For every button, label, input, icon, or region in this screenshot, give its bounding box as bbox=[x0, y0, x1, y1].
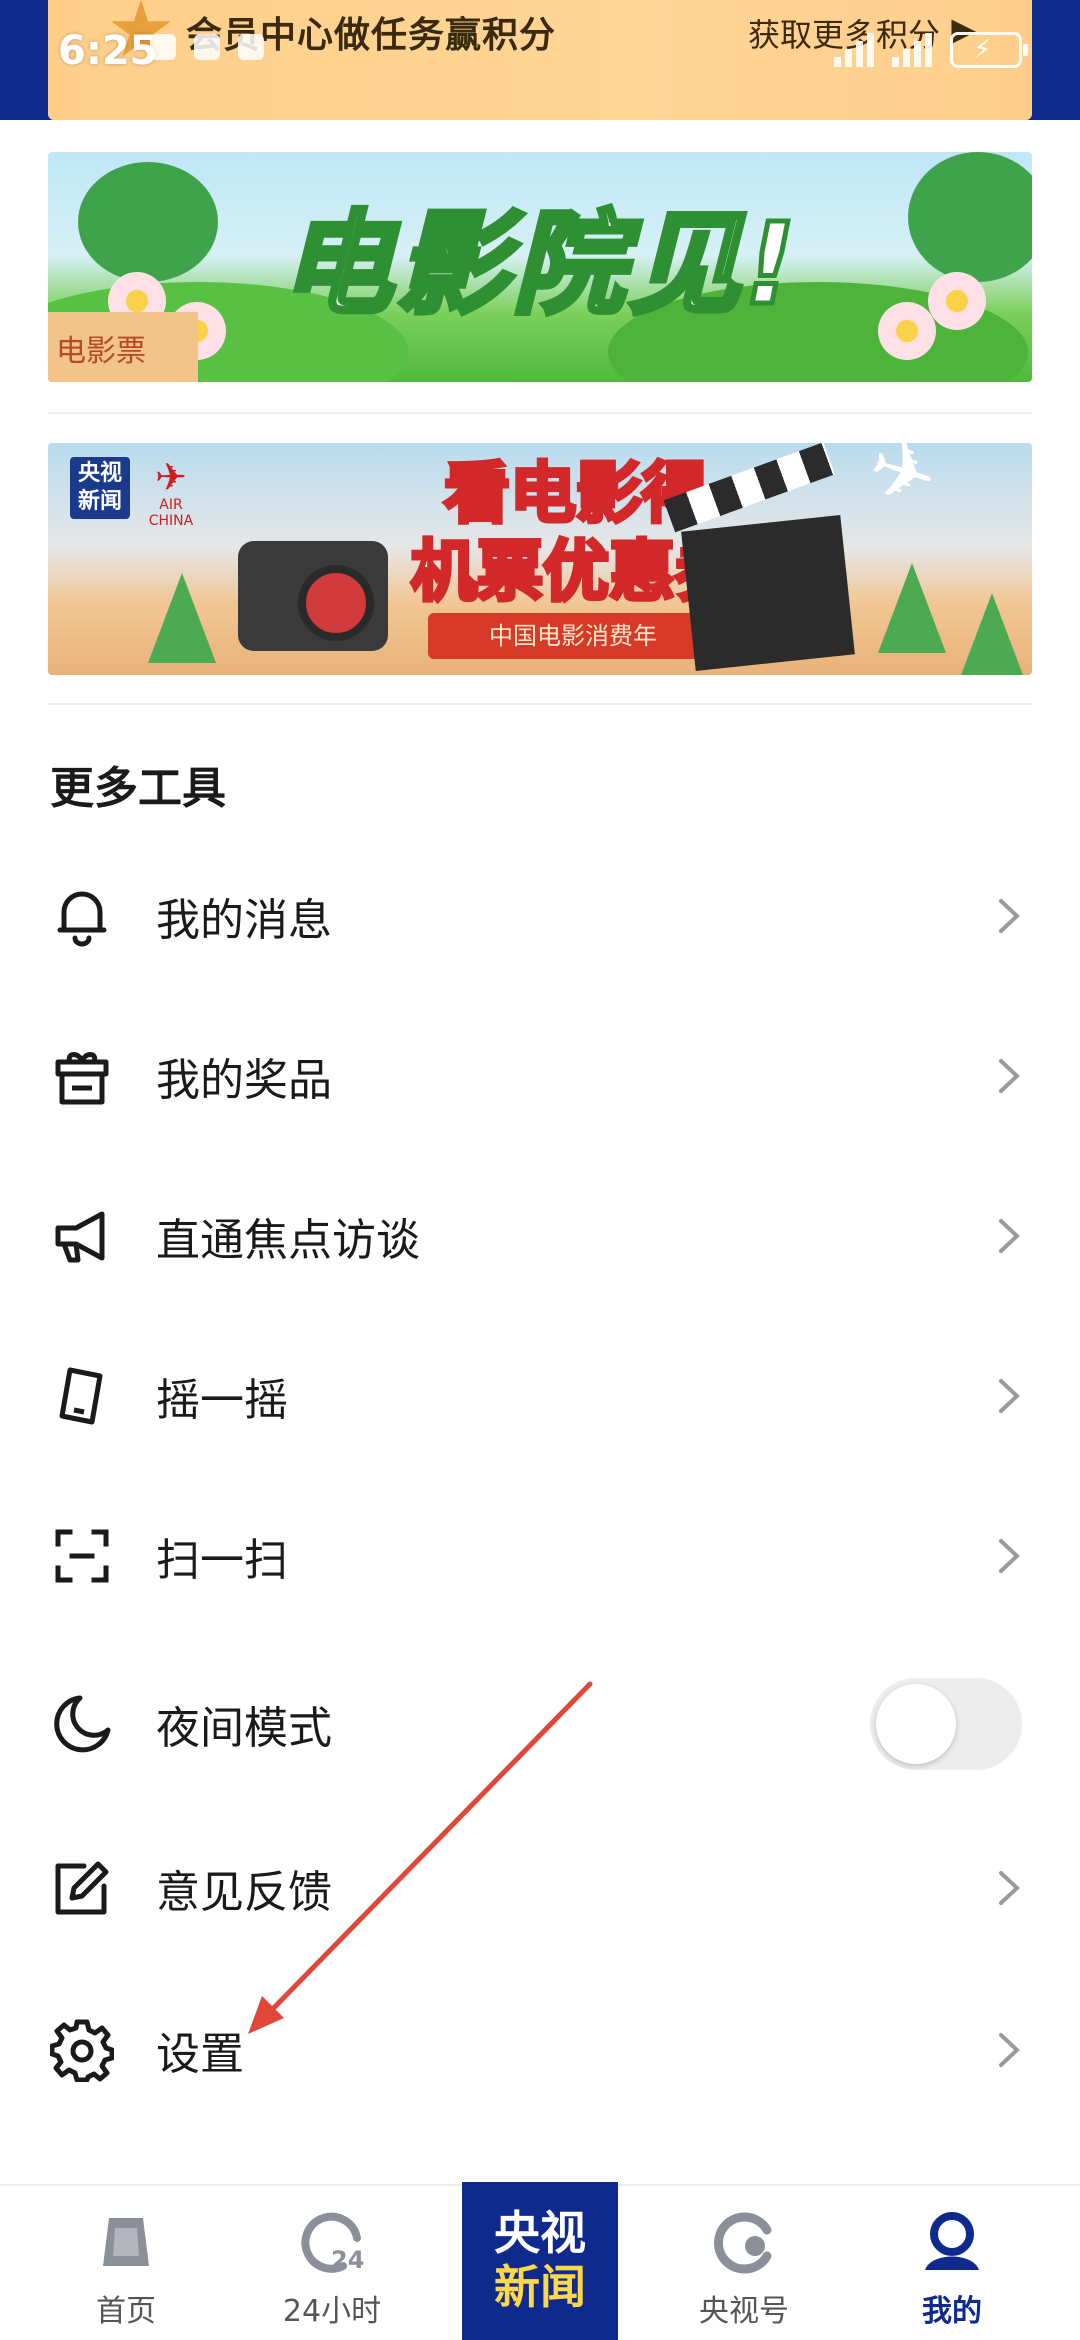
menu-item-label: 扫一扫 bbox=[156, 1535, 288, 1586]
chevron-right-icon bbox=[996, 1056, 1022, 1096]
menu-item-messages[interactable]: 我的消息 bbox=[0, 836, 1080, 996]
gear-icon bbox=[49, 2018, 115, 2083]
svg-text:24: 24 bbox=[331, 2246, 364, 2274]
menu-item-label: 我的奖品 bbox=[156, 1055, 332, 1106]
gift-icon bbox=[50, 1044, 114, 1108]
chevron-right-icon bbox=[996, 1868, 1022, 1908]
menu-item-settings[interactable]: 设置 bbox=[0, 1970, 1080, 2130]
clapperboard-decoration bbox=[681, 515, 855, 671]
status-notification-icons bbox=[150, 34, 264, 60]
menu-item-night-mode: 夜间模式 bbox=[0, 1644, 1080, 1804]
section-title: 更多工具 bbox=[50, 763, 226, 814]
moon-icon bbox=[50, 1692, 114, 1756]
menu-item-prizes[interactable]: 我的奖品 bbox=[0, 996, 1080, 1156]
chevron-right-icon bbox=[996, 1216, 1022, 1256]
divider bbox=[48, 412, 1032, 414]
air-china-logo: ✈ AIR CHINA bbox=[148, 455, 194, 529]
menu-item-shake[interactable]: 摇一摇 bbox=[0, 1316, 1080, 1476]
menu-item-focus-interview[interactable]: 直通焦点访谈 bbox=[0, 1156, 1080, 1316]
tab-cctv-news[interactable]: 央视 新闻 bbox=[462, 2182, 618, 2340]
shake-phone-icon bbox=[50, 1364, 114, 1428]
airplane-icon: ✈ bbox=[856, 443, 950, 527]
airchina-ribbon: 中国电影消费年 bbox=[428, 613, 718, 659]
tab-yangshihao-label: 央视号 bbox=[699, 2294, 789, 2329]
tab-mine[interactable]: 我的 bbox=[862, 2186, 1042, 2340]
bell-icon bbox=[50, 884, 114, 948]
notification-icon bbox=[194, 34, 220, 60]
ticket-decoration: 电影票 bbox=[48, 312, 198, 382]
scan-icon bbox=[50, 1524, 114, 1588]
menu-item-label: 设置 bbox=[156, 2029, 244, 2080]
menu-item-label: 我的消息 bbox=[156, 895, 332, 946]
home-icon bbox=[91, 2208, 161, 2278]
tree-decoration bbox=[958, 593, 1026, 675]
notification-icon bbox=[238, 34, 264, 60]
signal-icon bbox=[834, 33, 878, 67]
signal-icon bbox=[892, 33, 936, 67]
clock-24-icon: 24 bbox=[297, 2208, 367, 2278]
yangshihao-icon bbox=[709, 2208, 779, 2278]
chevron-right-icon bbox=[996, 2030, 1022, 2070]
movie-promo-banner[interactable]: 电影院见! 电影票 bbox=[48, 152, 1032, 382]
status-time: 6:25 bbox=[58, 28, 158, 74]
tab-mine-label: 我的 bbox=[922, 2294, 982, 2329]
cctv-news-logo: 央视 新闻 bbox=[70, 457, 130, 519]
tab-24-hours-label: 24小时 bbox=[282, 2294, 382, 2329]
menu-item-feedback[interactable]: 意见反馈 bbox=[0, 1808, 1080, 1968]
menu-item-label: 意见反馈 bbox=[156, 1867, 332, 1918]
tab-cctv-news-line1: 央视 bbox=[494, 2206, 586, 2260]
tab-home-label: 首页 bbox=[96, 2294, 156, 2329]
chevron-right-icon bbox=[996, 1376, 1022, 1416]
menu-item-label: 直通焦点访谈 bbox=[156, 1215, 420, 1266]
battery-icon: ⚡ bbox=[950, 32, 1028, 68]
toggle-knob bbox=[876, 1684, 956, 1764]
tab-home[interactable]: 首页 bbox=[36, 2186, 216, 2340]
status-system-icons: ⚡ bbox=[834, 32, 1028, 68]
menu-item-scan[interactable]: 扫一扫 bbox=[0, 1476, 1080, 1636]
tree-decoration bbox=[878, 563, 946, 653]
divider bbox=[48, 703, 1032, 705]
night-mode-toggle[interactable] bbox=[870, 1678, 1022, 1770]
chevron-right-icon bbox=[996, 896, 1022, 936]
megaphone-icon bbox=[50, 1204, 114, 1268]
user-icon bbox=[917, 2208, 987, 2278]
airchina-promo-banner[interactable]: 央视 新闻 ✈ AIR CHINA 看电影得 机票优惠券 中国电影消费年 ✈ bbox=[48, 443, 1032, 675]
tab-cctv-news-line2: 新闻 bbox=[494, 2260, 586, 2314]
tab-24-hours[interactable]: 24 24小时 bbox=[242, 2186, 422, 2340]
edit-icon bbox=[50, 1856, 114, 1920]
tree-decoration bbox=[148, 573, 216, 663]
tab-yangshihao[interactable]: 央视号 bbox=[654, 2186, 834, 2340]
notification-icon bbox=[150, 34, 176, 60]
air-china-brand: AIR CHINA bbox=[148, 497, 194, 529]
menu-item-label: 夜间模式 bbox=[156, 1703, 332, 1754]
chevron-right-icon bbox=[996, 1536, 1022, 1576]
menu-item-label: 摇一摇 bbox=[156, 1375, 288, 1426]
